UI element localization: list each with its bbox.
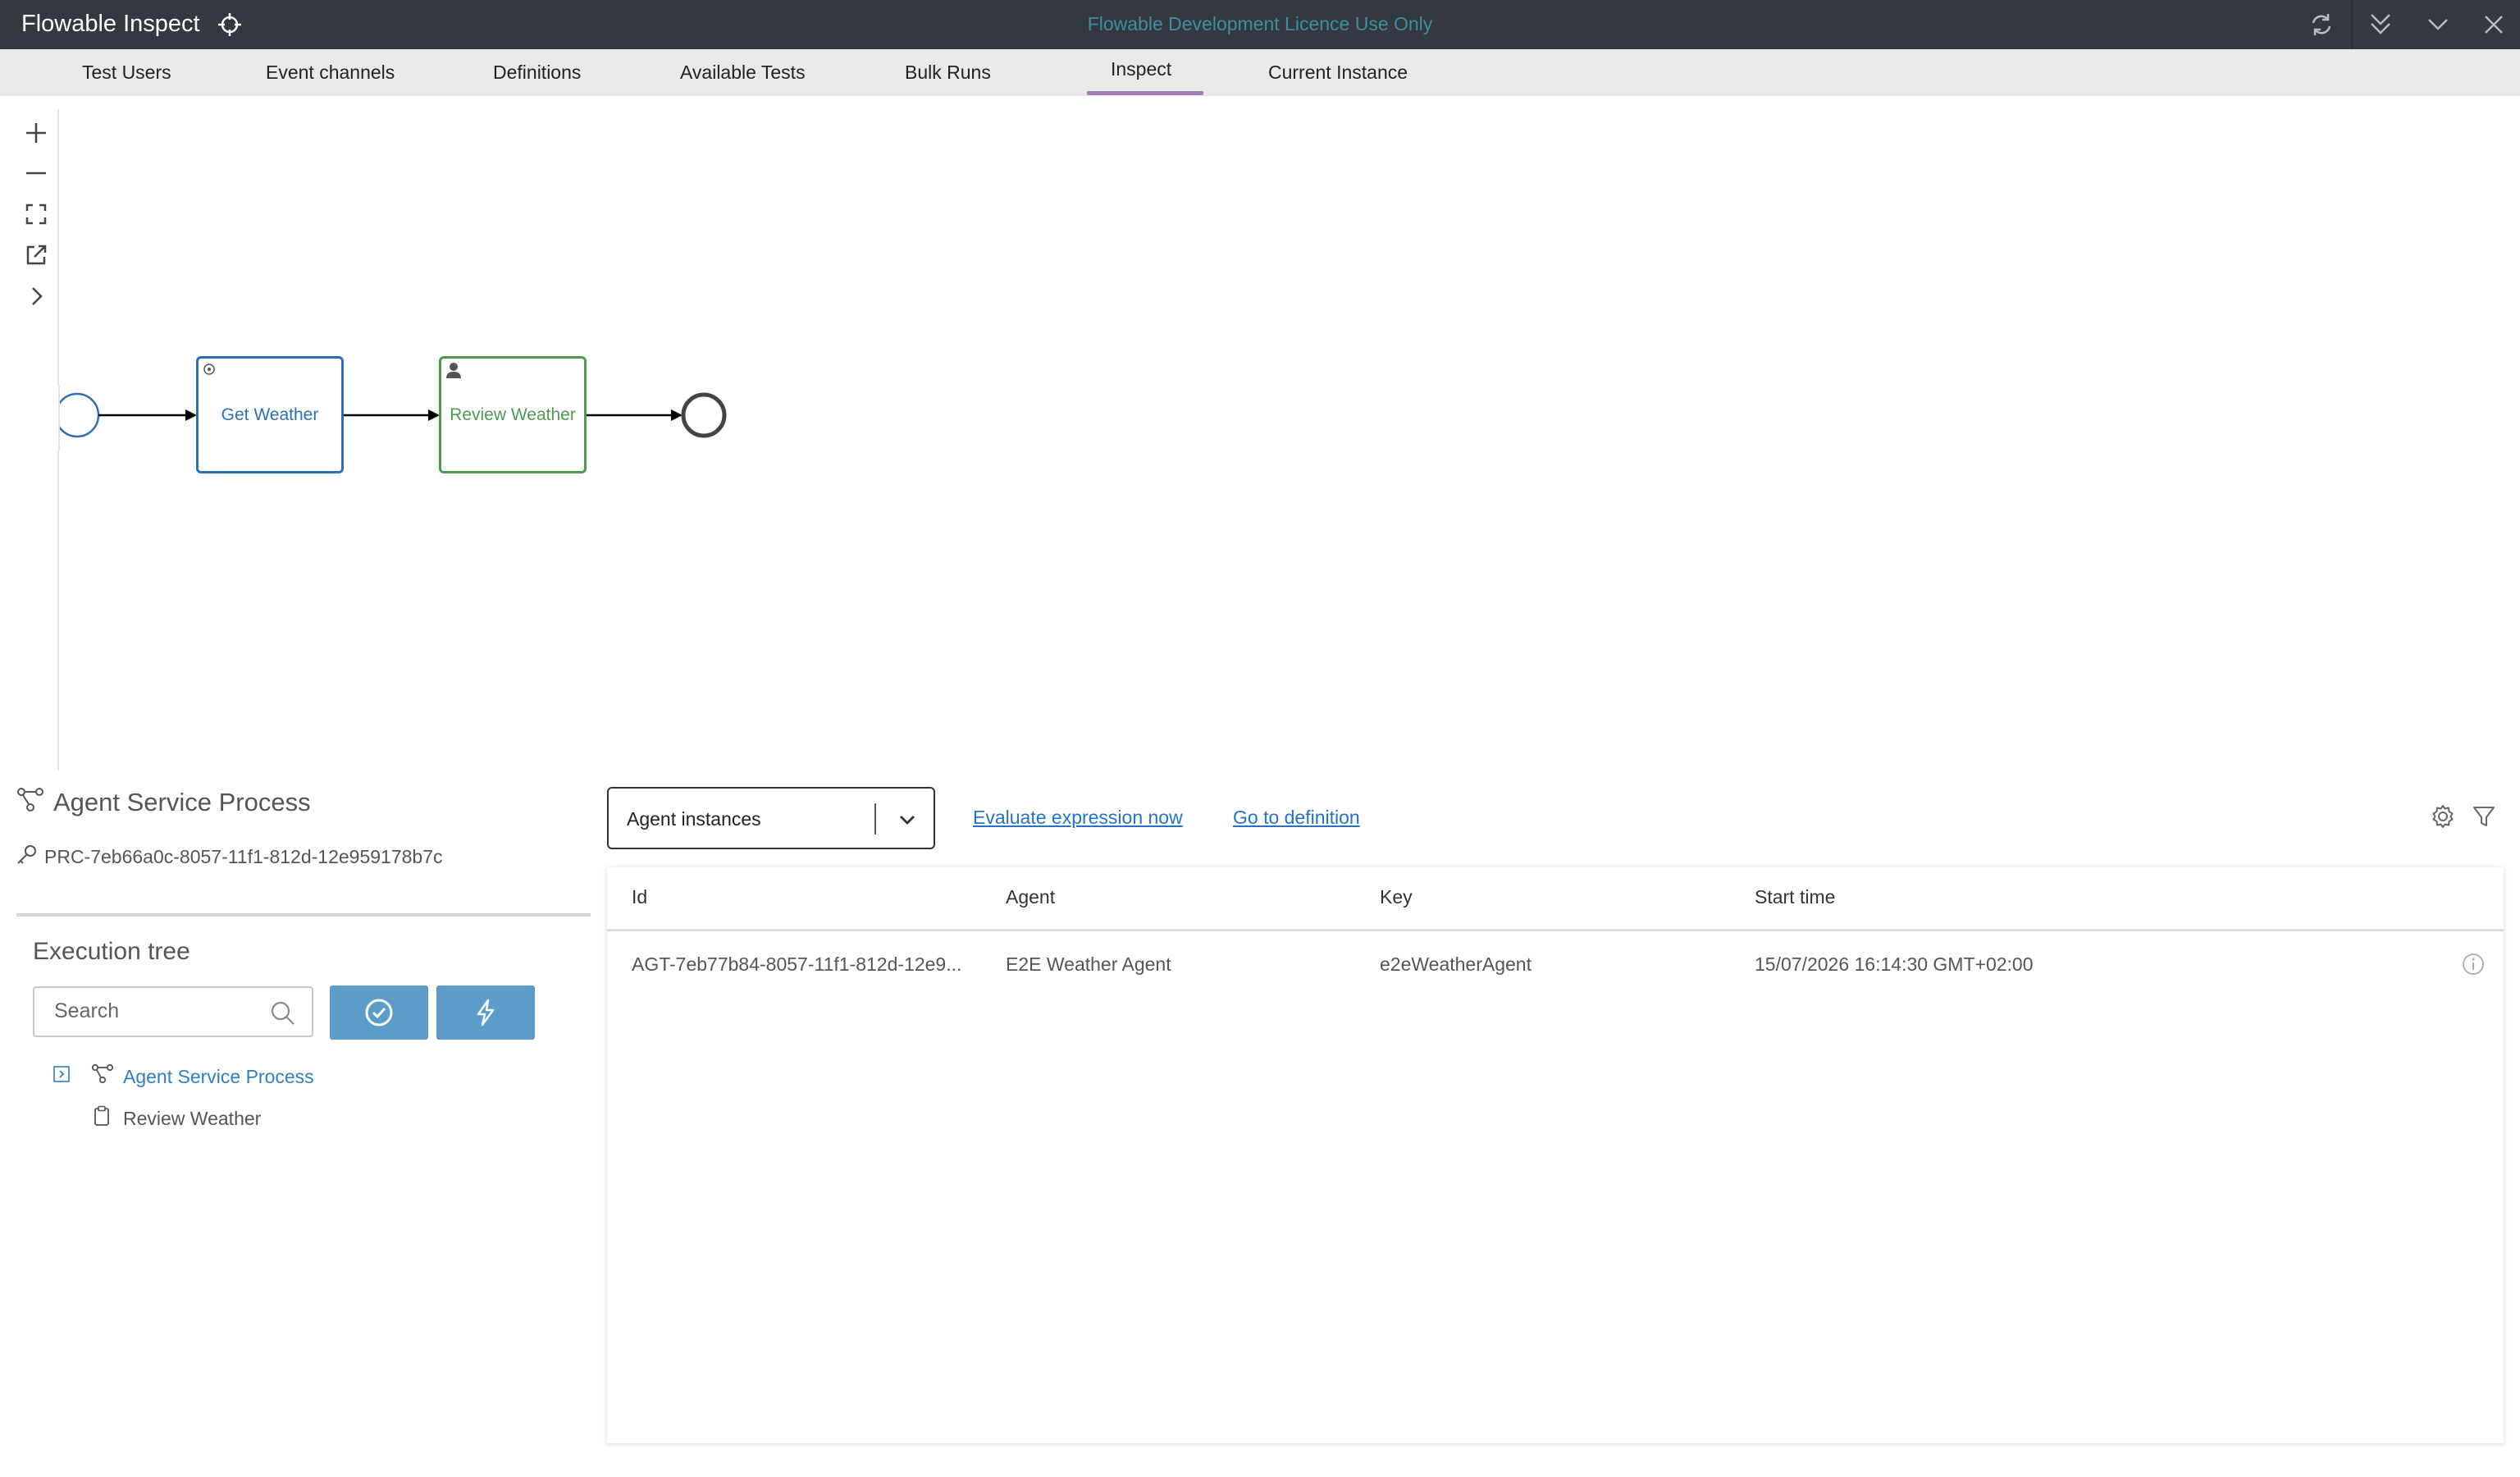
evaluate-expression-link[interactable]: Evaluate expression now [973, 807, 1183, 829]
cell-key: e2eWeatherAgent [1380, 953, 1532, 975]
chevron-down-icon [900, 816, 915, 825]
search-icon[interactable] [269, 999, 297, 1027]
search-input[interactable] [54, 999, 267, 1023]
key-icon [17, 845, 36, 864]
target-icon[interactable] [217, 11, 243, 38]
execution-tree-search[interactable] [33, 986, 313, 1037]
process-diagram[interactable] [0, 96, 2520, 771]
open-external-icon[interactable] [20, 239, 52, 272]
lightning-icon [477, 999, 495, 1027]
tab-event-channels[interactable]: Event channels [266, 62, 395, 84]
check-circle-icon [365, 999, 393, 1027]
user-task-review-weather[interactable]: Review Weather [439, 356, 587, 473]
zoom-in-icon[interactable] [20, 117, 52, 149]
info-icon[interactable] [2461, 952, 2486, 976]
cell-start-time: 15/07/2026 16:14:30 GMT+02:00 [1755, 953, 2034, 975]
select-value: Agent instances [627, 808, 761, 830]
process-title: Agent Service Process [53, 788, 311, 816]
tab-test-users[interactable]: Test Users [82, 62, 171, 84]
app-title: Flowable Inspect [21, 11, 200, 37]
tab-bulk-runs[interactable]: Bulk Runs [905, 62, 991, 84]
column-header-key[interactable]: Key [1380, 886, 1413, 908]
cell-id: AGT-7eb77b84-8057-11f1-812d-12e9... [632, 953, 962, 975]
execution-tree-title: Execution tree [33, 938, 190, 965]
active-tab-indicator [1087, 91, 1203, 95]
check-button[interactable] [330, 985, 428, 1040]
column-header-start-time[interactable]: Start time [1755, 886, 1835, 908]
close-icon[interactable] [2479, 10, 2509, 39]
user-icon [446, 363, 461, 378]
go-to-definition-link[interactable]: Go to definition [1233, 807, 1360, 829]
title-bar: Flowable Inspect Flowable Development Li… [0, 0, 2520, 49]
expand-icon[interactable] [52, 1065, 71, 1083]
zoom-out-icon[interactable] [20, 157, 52, 190]
tab-current-instance[interactable]: Current Instance [1268, 62, 1408, 84]
tab-available-tests[interactable]: Available Tests [680, 62, 806, 84]
trigger-button[interactable] [436, 985, 535, 1040]
licence-notice: Flowable Development Licence Use Only [1087, 13, 1433, 34]
tree-node-task[interactable]: Review Weather [123, 1108, 261, 1130]
cell-agent: E2E Weather Agent [1006, 953, 1171, 975]
panel-divider [16, 913, 591, 917]
instance-type-select[interactable]: Agent instances [607, 787, 935, 849]
process-icon [17, 788, 43, 812]
refresh-icon[interactable] [2307, 10, 2336, 39]
filter-icon[interactable] [2471, 803, 2497, 830]
process-id: PRC-7eb66a0c-8057-11f1-812d-12e959178b7c [44, 846, 443, 867]
chevron-down-icon[interactable] [2423, 10, 2453, 39]
tab-inspect[interactable]: Inspect [1111, 58, 1171, 80]
column-header-id[interactable]: Id [632, 886, 647, 908]
tab-definitions[interactable]: Definitions [493, 62, 581, 84]
gear-icon[interactable] [2430, 803, 2456, 830]
clipboard-icon [94, 1105, 109, 1126]
column-header-agent[interactable]: Agent [1006, 886, 1055, 908]
service-task-label: Get Weather [221, 405, 319, 424]
double-chevron-down-icon[interactable] [2366, 10, 2395, 39]
service-task-icon [203, 364, 215, 375]
tree-node-process[interactable]: Agent Service Process [123, 1066, 314, 1088]
process-tree-icon [91, 1064, 114, 1084]
service-task-get-weather[interactable]: Get Weather [196, 356, 344, 473]
user-task-label: Review Weather [450, 405, 576, 424]
fit-screen-icon[interactable] [20, 198, 52, 231]
chevron-right-icon[interactable] [20, 280, 52, 313]
